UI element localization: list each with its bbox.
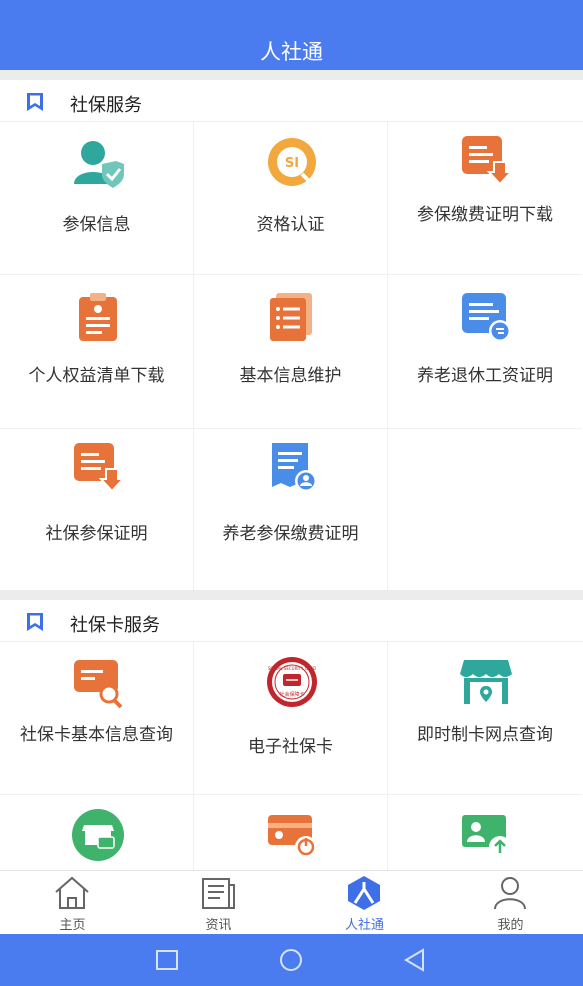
store-card-icon xyxy=(72,809,124,861)
service-card-item-6[interactable] xyxy=(388,795,582,870)
pension-certificate-icon xyxy=(462,293,511,342)
service-card-item-5[interactable] xyxy=(194,795,388,870)
section-header: 社保卡服务 xyxy=(0,600,583,642)
service-insurance-cert[interactable]: 社保参保证明 xyxy=(0,429,194,590)
cell-label: 即时制卡网点查询 xyxy=(417,725,553,745)
tab-label: 我的 xyxy=(497,918,524,933)
service-card-outlet-query[interactable]: 即时制卡网点查询 xyxy=(388,642,582,795)
service-pension-payment-cert[interactable]: 养老参保缴费证明 xyxy=(194,429,388,590)
document-download-icon xyxy=(74,443,124,493)
cell-label: 资格认证 xyxy=(256,215,325,235)
service-qualification-auth[interactable]: SI 资格认证 xyxy=(194,122,388,275)
service-basic-info-maintain[interactable]: 基本信息维护 xyxy=(194,275,388,429)
cell-label: 社保卡基本信息查询 xyxy=(20,725,173,745)
svg-text:SI: SI xyxy=(285,156,299,171)
person-shield-icon xyxy=(74,141,124,188)
tab-renshetong[interactable]: 人社通 xyxy=(292,871,437,935)
social-insurance-section: 社保服务 参保信息 SI 资格认证 参保缴费证明下载 个人权益清单下载 基本信息… xyxy=(0,80,583,590)
tab-label: 人社通 xyxy=(344,918,384,933)
news-icon xyxy=(202,878,235,909)
bottom-tab-bar: 主页 资讯 人社通 我的 xyxy=(0,870,583,934)
tab-label: 主页 xyxy=(59,918,86,933)
app-header: 人社通 xyxy=(0,0,583,70)
recent-apps-icon[interactable] xyxy=(154,948,180,972)
document-download-icon xyxy=(462,136,512,186)
cell-label: 养老参保缴费证明 xyxy=(222,524,359,544)
clipboard-list-icon xyxy=(79,293,117,341)
section-header: 社保服务 xyxy=(0,80,583,122)
tab-home[interactable]: 主页 xyxy=(0,871,145,935)
service-payment-cert-download[interactable]: 参保缴费证明下载 xyxy=(388,122,582,275)
service-electronic-card[interactable]: SOCIAL SECURITY CARD 社会保障卡 电子社保卡 xyxy=(194,642,388,795)
si-search-icon: SI xyxy=(268,138,316,186)
cell-label: 社保参保证明 xyxy=(45,524,148,544)
person-card-upload-icon xyxy=(462,815,511,858)
home-nav-icon[interactable] xyxy=(278,948,304,972)
page-title: 人社通 xyxy=(260,40,323,64)
cell-label: 电子社保卡 xyxy=(248,737,333,757)
bookmark-icon xyxy=(27,613,43,631)
section-title: 社保服务 xyxy=(70,95,142,116)
section-title: 社保卡服务 xyxy=(70,615,160,636)
store-location-icon xyxy=(460,660,512,704)
person-document-icon xyxy=(272,443,317,492)
service-rights-list-download[interactable]: 个人权益清单下载 xyxy=(0,275,194,429)
tab-news[interactable]: 资讯 xyxy=(146,871,291,935)
svg-text:社会保障卡: 社会保障卡 xyxy=(279,691,304,698)
system-nav-bar xyxy=(0,934,583,986)
empty-cell xyxy=(388,429,582,590)
tab-mine[interactable]: 我的 xyxy=(438,871,583,935)
renshetong-icon xyxy=(348,876,380,910)
back-icon[interactable] xyxy=(402,948,428,972)
bookmark-icon xyxy=(27,93,43,111)
service-card-basic-info-query[interactable]: 社保卡基本信息查询 xyxy=(0,642,194,795)
cell-label: 养老退休工资证明 xyxy=(417,366,553,386)
list-document-icon xyxy=(270,293,312,341)
svg-text:SOCIAL SECURITY CARD: SOCIAL SECURITY CARD xyxy=(268,666,316,671)
cell-label: 参保信息 xyxy=(62,215,131,235)
service-participation-info[interactable]: 参保信息 xyxy=(0,122,194,275)
home-icon xyxy=(55,876,89,909)
social-security-card-icon: SOCIAL SECURITY CARD 社会保障卡 xyxy=(267,657,317,707)
tab-label: 资讯 xyxy=(205,918,232,933)
main-content[interactable]: 社保服务 参保信息 SI 资格认证 参保缴费证明下载 个人权益清单下载 基本信息… xyxy=(0,70,583,870)
card-power-icon xyxy=(268,815,317,858)
cell-label: 参保缴费证明下载 xyxy=(417,205,553,225)
service-card-item-4[interactable] xyxy=(0,795,194,870)
cell-label: 基本信息维护 xyxy=(239,366,342,386)
cell-label: 个人权益清单下载 xyxy=(28,366,165,386)
social-security-card-section: 社保卡服务 社保卡基本信息查询 SOCIAL SECURITY CARD 社会保… xyxy=(0,600,583,870)
card-search-icon xyxy=(74,660,123,708)
service-pension-salary-cert[interactable]: 养老退休工资证明 xyxy=(388,275,582,429)
user-icon xyxy=(494,877,526,910)
